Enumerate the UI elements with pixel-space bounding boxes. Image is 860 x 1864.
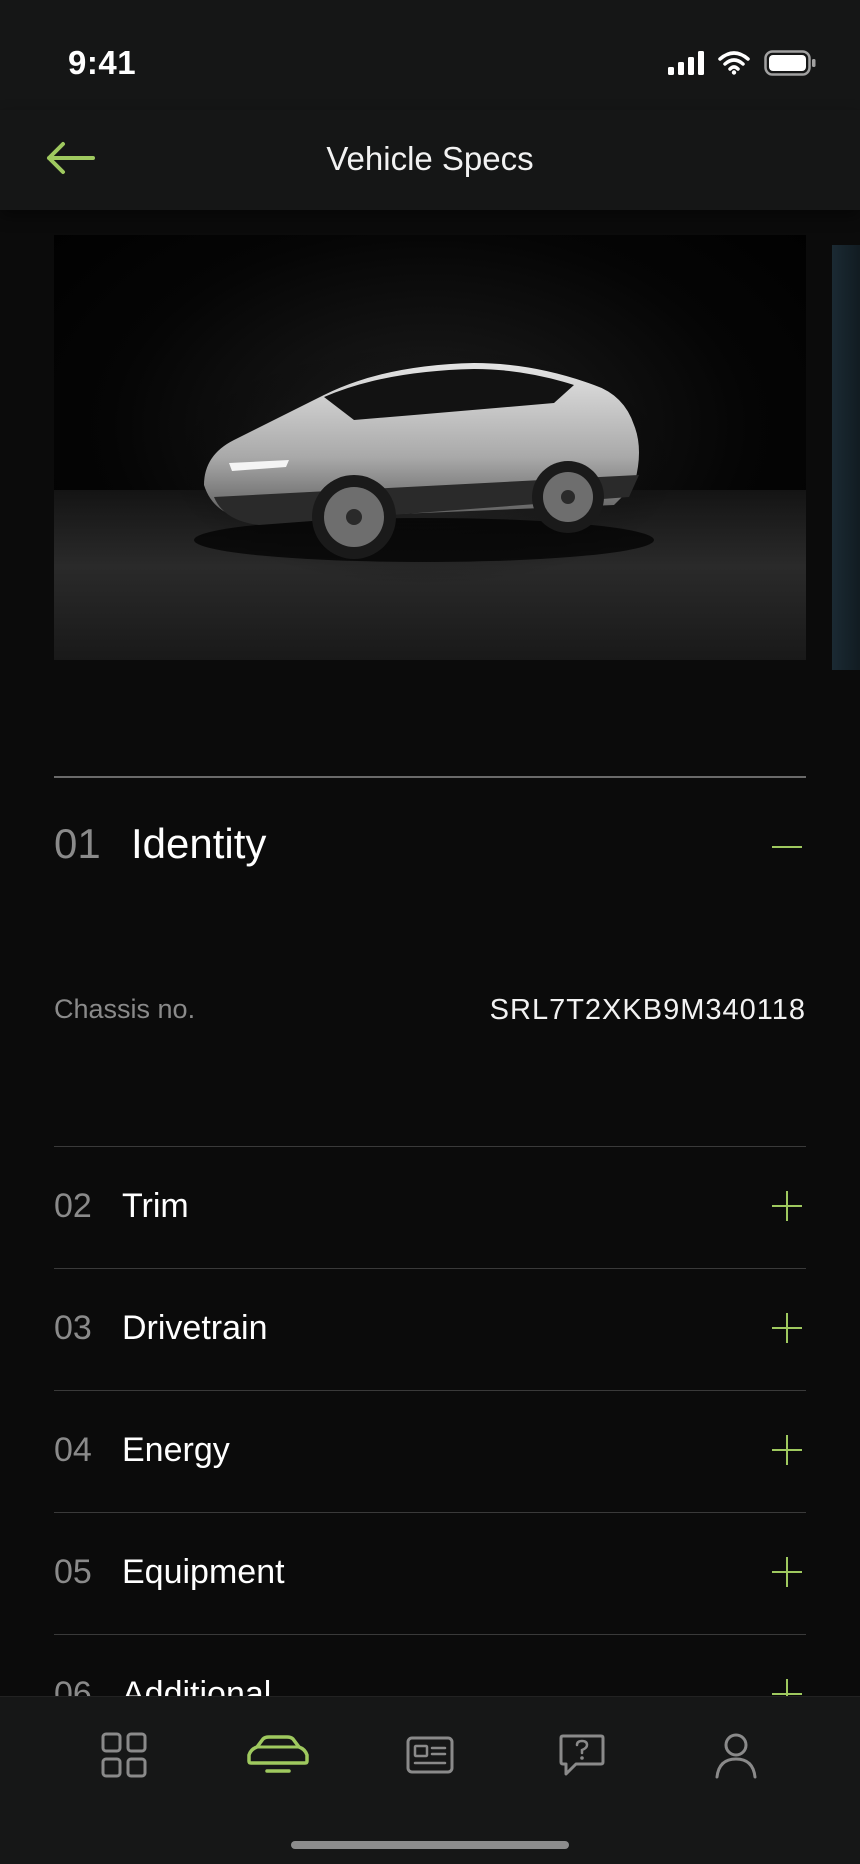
plus-icon[interactable]	[772, 1313, 802, 1343]
status-icons	[668, 49, 816, 81]
tab-documents[interactable]	[394, 1725, 466, 1789]
section-equipment[interactable]: 05 Equipment	[54, 1512, 806, 1634]
tab-support[interactable]	[546, 1725, 618, 1789]
section-title: Trim	[122, 1187, 189, 1225]
section-title: Drivetrain	[122, 1309, 268, 1347]
tab-bar	[0, 1696, 860, 1864]
section-number: 01	[54, 820, 101, 867]
plus-icon[interactable]	[772, 1557, 802, 1587]
plus-icon[interactable]	[772, 1191, 802, 1221]
plus-icon[interactable]	[772, 1679, 802, 1696]
tab-vehicle[interactable]	[242, 1725, 314, 1789]
car-photo	[54, 235, 806, 660]
section-trim[interactable]: 02 Trim	[54, 1146, 806, 1268]
section-title: Equipment	[122, 1553, 285, 1591]
battery-icon	[764, 49, 816, 81]
section-title: Additional	[122, 1675, 272, 1696]
plus-icon[interactable]	[772, 1435, 802, 1465]
image-gallery[interactable]	[54, 235, 860, 670]
section-energy[interactable]: 04 Energy	[54, 1390, 806, 1512]
profile-icon	[713, 1731, 759, 1784]
section-drivetrain[interactable]: 03 Drivetrain	[54, 1268, 806, 1390]
specs-scroll-area[interactable]: 01 Identity Chassis no. SRL7T2XKB9M34011…	[0, 210, 860, 1696]
home-indicator	[291, 1841, 569, 1849]
page-title: Vehicle Specs	[326, 140, 534, 177]
section-additional[interactable]: 06 Additional	[54, 1634, 806, 1696]
tab-profile[interactable]	[700, 1725, 772, 1789]
collapse-button[interactable]	[766, 826, 806, 866]
next-car-photo-peek[interactable]	[832, 245, 860, 670]
wifi-icon	[718, 50, 750, 80]
id-card-icon	[405, 1734, 455, 1781]
status-bar: 9:41	[0, 0, 860, 110]
help-chat-icon	[558, 1732, 606, 1783]
section-title: Identity	[131, 820, 267, 867]
section-number: 02	[54, 1187, 92, 1225]
signal-icon	[668, 50, 704, 80]
spec-value: SRL7T2XKB9M340118	[489, 994, 806, 1026]
section-number: 03	[54, 1309, 92, 1347]
nav-bar: Vehicle Specs	[0, 110, 860, 210]
car-icon	[245, 1734, 311, 1780]
spec-label: Chassis no.	[54, 994, 196, 1024]
grid-icon	[100, 1731, 148, 1784]
spec-row-chassis: Chassis no. SRL7T2XKB9M340118	[54, 982, 806, 1032]
section-number: 05	[54, 1553, 92, 1591]
tab-dashboard[interactable]	[88, 1725, 160, 1789]
status-time: 9:41	[68, 44, 137, 81]
section-number: 06	[54, 1675, 92, 1696]
section-number: 04	[54, 1431, 92, 1469]
divider	[54, 776, 806, 778]
section-title: Energy	[122, 1431, 230, 1469]
